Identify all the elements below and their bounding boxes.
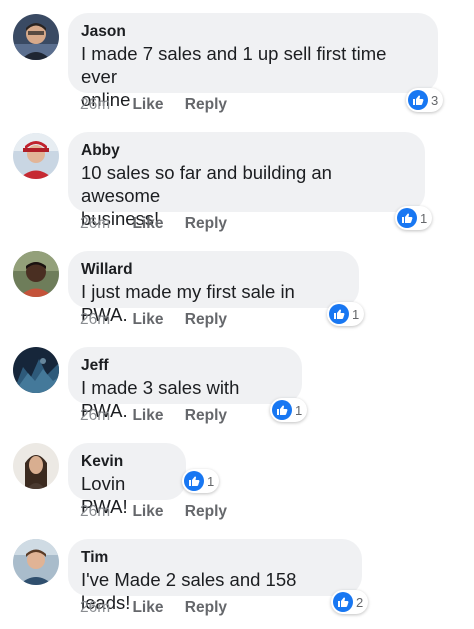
comment-actions: 26m Like Reply [80,214,227,234]
reaction-count: 1 [295,402,303,418]
reaction-badge[interactable]: 1 [327,302,365,326]
timestamp[interactable]: 26m [80,598,110,618]
like-link[interactable]: Like [132,214,163,234]
avatar[interactable] [13,443,59,489]
reply-link[interactable]: Reply [185,95,227,115]
reaction-count: 2 [356,594,364,610]
timestamp[interactable]: 26m [80,502,110,522]
timestamp[interactable]: 26m [80,214,110,234]
avatar[interactable] [13,14,59,60]
reaction-count: 3 [431,92,439,108]
timestamp[interactable]: 26m [80,406,110,426]
thumbs-up-icon [333,592,353,612]
comment-bubble: Tim I've Made 2 sales and 158 leads! [68,539,362,613]
reply-link[interactable]: Reply [185,406,227,426]
thumbs-up-icon [272,400,292,420]
comment-author[interactable]: Jeff [81,356,287,376]
like-link[interactable]: Like [132,95,163,115]
comment-author[interactable]: Tim [81,548,347,568]
avatar[interactable] [13,539,59,585]
comment-bubble: Willard I just made my first sale in PWA… [68,251,359,325]
reply-link[interactable]: Reply [185,502,227,522]
like-link[interactable]: Like [132,310,163,330]
avatar[interactable] [13,133,59,179]
reaction-count: 1 [352,306,360,322]
reaction-badge[interactable]: 1 [395,206,433,230]
reaction-badge[interactable]: 2 [331,590,369,614]
avatar[interactable] [13,347,59,393]
timestamp[interactable]: 26m [80,95,110,115]
avatar[interactable] [13,251,59,297]
thumbs-up-icon [397,208,417,228]
comment-actions: 26m Like Reply [80,598,227,618]
reaction-badge[interactable]: 1 [182,469,220,493]
thumbs-up-icon [329,304,349,324]
reaction-count: 1 [207,473,215,489]
comment-author[interactable]: Abby [81,141,410,161]
like-link[interactable]: Like [132,502,163,522]
like-link[interactable]: Like [132,406,163,426]
comment-author[interactable]: Kevin [81,452,171,472]
comment-bubble: Kevin Lovin PWA! [68,443,186,517]
comment-actions: 26m Like Reply [80,406,227,426]
comment-bubble: Jason I made 7 sales and 1 up sell first… [68,13,438,110]
reply-link[interactable]: Reply [185,310,227,330]
thumbs-up-icon [408,90,428,110]
reply-link[interactable]: Reply [185,598,227,618]
comment-bubble: Abby 10 sales so far and building an awe… [68,132,425,229]
reaction-badge[interactable]: 3 [406,88,444,112]
reply-link[interactable]: Reply [185,214,227,234]
comment-actions: 26m Like Reply [80,310,227,330]
reaction-badge[interactable]: 1 [270,398,308,422]
comment-author[interactable]: Jason [81,22,423,42]
comment-bubble: Jeff I made 3 sales with PWA. [68,347,302,421]
comment-text: 10 sales so far and building an awesome [81,162,332,206]
comment-actions: 26m Like Reply [80,502,227,522]
comment-author[interactable]: Willard [81,260,344,280]
comment-text: I made 7 sales and 1 up sell first time … [81,43,387,87]
reaction-count: 1 [420,210,428,226]
thumbs-up-icon [184,471,204,491]
like-link[interactable]: Like [132,598,163,618]
timestamp[interactable]: 26m [80,310,110,330]
comment-actions: 26m Like Reply [80,95,227,115]
